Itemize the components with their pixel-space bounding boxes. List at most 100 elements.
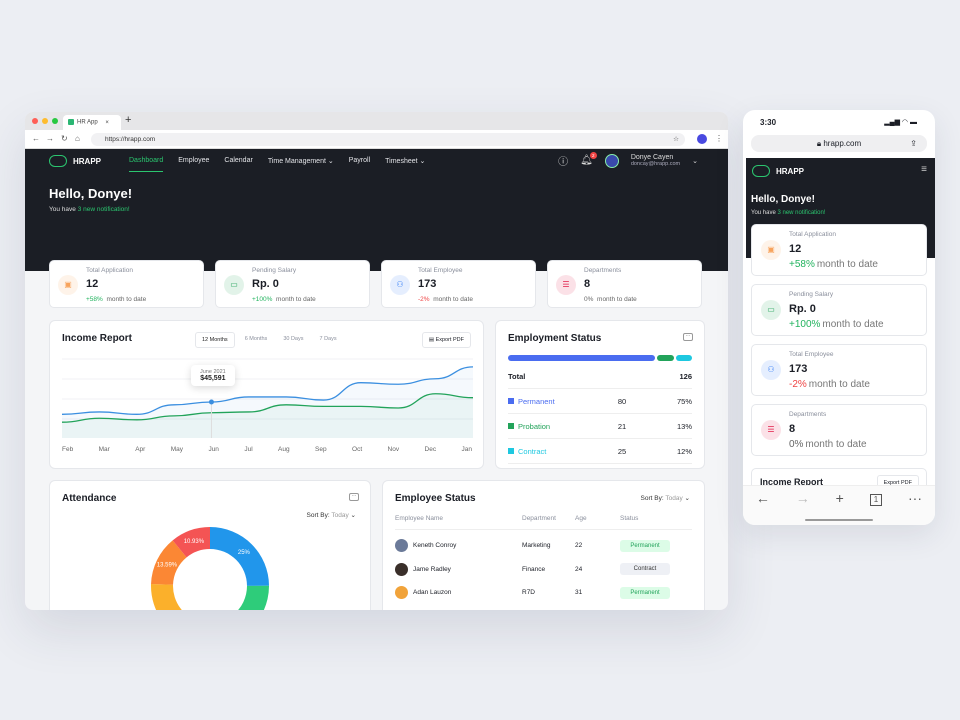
change-suffix: month to date (816, 259, 878, 270)
nav-dashboard[interactable]: Dashboard (129, 157, 164, 172)
x-tick-label: May (170, 446, 184, 453)
user-avatar[interactable] (604, 153, 619, 168)
type-label: Contract (518, 447, 547, 456)
age: 22 (575, 542, 583, 549)
stat-change: 0% month to date (584, 296, 637, 303)
nav-time-management[interactable]: Time Management ⌄ (268, 157, 334, 172)
change-value: 0% (789, 439, 804, 450)
salary-icon: ▭ (224, 275, 244, 295)
change-value: +100% (789, 319, 821, 330)
stat-change: +100% month to date (789, 319, 884, 330)
mobile-stat-card[interactable]: ▣ Total Application 12 +58% month to date (751, 224, 927, 276)
user-info[interactable]: Donye Cayen doncay@hrapp.com (631, 154, 680, 167)
users-icon: ⚇ (761, 360, 781, 380)
bookmark-star-icon[interactable]: ☆ (673, 135, 679, 143)
stat-change: -2% month to date (418, 296, 473, 303)
employment-type: Probation (508, 422, 592, 431)
nav-label: Time Management (267, 158, 326, 165)
main-nav: Dashboard Employee Calendar Time Managem… (129, 157, 425, 172)
attendance-card: Attendance ··· Sort By: Today ⌄ 25% 28.9%… (49, 480, 371, 610)
sort-dropdown[interactable]: Sort By: Today ⌄ (641, 494, 690, 502)
department: Marketing (522, 542, 551, 549)
age: 24 (575, 565, 583, 573)
stat-card[interactable]: ▣ Total Application 12 +58% month to date (49, 260, 204, 308)
reload-icon[interactable]: ↻ (61, 134, 68, 143)
employment-status-card: Employment Status ··· Total 126 Permanent… (495, 320, 705, 469)
notification-link[interactable]: 3 new notification! (78, 206, 130, 213)
stat-value: 8 (584, 278, 591, 290)
employee-name: Adan Lauzon (413, 589, 452, 596)
stat-card[interactable]: ⚇ Total Employee 173 -2% month to date (381, 260, 536, 308)
x-tick-label: Jan (461, 446, 472, 453)
close-window-button[interactable] (32, 118, 38, 124)
profile-avatar[interactable] (697, 134, 707, 144)
home-icon[interactable]: ⌂ (75, 134, 80, 143)
url-input[interactable]: https://hrapp.com ☆ (91, 133, 685, 146)
stat-value: 8 (789, 423, 796, 435)
change-suffix: month to date (433, 296, 473, 303)
mobile-logo[interactable]: HRAPP (752, 165, 804, 177)
table-row[interactable]: Leo StantonFinance25Permanent (395, 609, 692, 610)
nav-timesheet[interactable]: Timesheet ⌄ (385, 157, 425, 172)
type-percent: 75% (676, 397, 692, 406)
close-tab-icon[interactable]: × (105, 120, 109, 126)
back-icon[interactable]: ← (32, 134, 40, 143)
nav-calendar[interactable]: Calendar (224, 157, 252, 172)
stat-change: +58% month to date (86, 296, 146, 303)
tabs-button[interactable]: 1 (869, 494, 883, 506)
hamburger-menu-icon[interactable]: ≡ (921, 164, 927, 175)
x-tick-label: Aug (278, 446, 290, 453)
stat-change: -2% month to date (789, 379, 870, 390)
col-department: Department (522, 515, 556, 522)
change-suffix: month to date (276, 296, 316, 303)
nav-employee[interactable]: Employee (178, 157, 209, 172)
more-icon[interactable]: ··· (908, 490, 922, 525)
minimize-window-button[interactable] (42, 118, 48, 124)
browser-menu-icon[interactable]: ⋮ (715, 134, 723, 143)
attendance-donut-chart: 25%28.9%21.81%13.59%10.93% (151, 527, 270, 610)
more-icon[interactable]: ··· (683, 333, 693, 341)
table-row[interactable]: Adan Lauzon R7D 31 Permanent (395, 586, 692, 599)
stat-label: Departments (789, 411, 827, 418)
notification-badge: 2 (589, 152, 597, 159)
tooltip-value: $45,591 (200, 375, 226, 382)
x-tick-label: Mar (98, 446, 110, 453)
donut-slice (238, 585, 270, 610)
mobile-url-bar[interactable]: 🔒︎ hrapp.com ⇪ (751, 135, 927, 152)
back-icon[interactable]: ← (756, 490, 770, 525)
forward-icon[interactable]: → (46, 134, 54, 143)
nav-payroll[interactable]: Payroll (349, 157, 370, 172)
type-label: Permanent (518, 397, 555, 406)
maximize-window-button[interactable] (52, 118, 58, 124)
total-row: Total 126 (508, 372, 692, 389)
chevron-down-icon[interactable]: ⌄ (692, 157, 698, 165)
mobile-stat-card[interactable]: ▭ Pending Salary Rp. 0 +100% month to date (751, 284, 927, 336)
bell-icon[interactable]: 🔔︎ 2 (580, 152, 597, 166)
employment-row: Probation 21 13% (508, 422, 692, 439)
sort-value: Today (665, 495, 683, 502)
stat-value: Rp. 0 (252, 278, 279, 290)
browser-tab[interactable]: HR App × (63, 115, 121, 130)
new-tab-button[interactable]: + (125, 114, 131, 126)
stat-card[interactable]: ▭ Pending Salary Rp. 0 +100% month to date (215, 260, 370, 308)
status-badge: Permanent (620, 539, 670, 552)
mobile-stat-card[interactable]: ⚇ Total Employee 173 -2% month to date (751, 344, 927, 396)
income-report-card: Income Report 12 Months 6 Months 30 Days… (49, 320, 484, 469)
share-icon[interactable]: ⇪ (910, 135, 917, 152)
notification-link[interactable]: 3 new notification! (777, 210, 825, 216)
avatar (395, 539, 408, 552)
bar-permanent (508, 355, 655, 361)
mobile-stat-card[interactable]: ☰ Departments 8 0% month to date (751, 404, 927, 456)
stat-value: 12 (789, 243, 802, 255)
table-row[interactable]: Jame Radley Finance 24 Contract (395, 562, 692, 576)
info-icon[interactable]: ⓘ (558, 153, 568, 168)
x-tick-label: Jul (244, 446, 253, 453)
stat-value: 173 (789, 363, 808, 375)
stat-card[interactable]: ☰ Departments 8 0% month to date (547, 260, 702, 308)
x-axis-labels: Feb Mar Apr May Jun Jul Aug Sep Oct Nov Dec Jan (62, 446, 472, 453)
x-tick-label: Oct (352, 446, 363, 453)
app-logo[interactable]: HRAPP (49, 155, 101, 167)
col-status: Status (620, 515, 639, 522)
header-actions: ⓘ 🔔︎ 2 Donye Cayen doncay@hrapp.com ⌄ (558, 152, 698, 168)
table-row[interactable]: Keneth Conroy Marketing 22 Permanent (395, 539, 692, 552)
